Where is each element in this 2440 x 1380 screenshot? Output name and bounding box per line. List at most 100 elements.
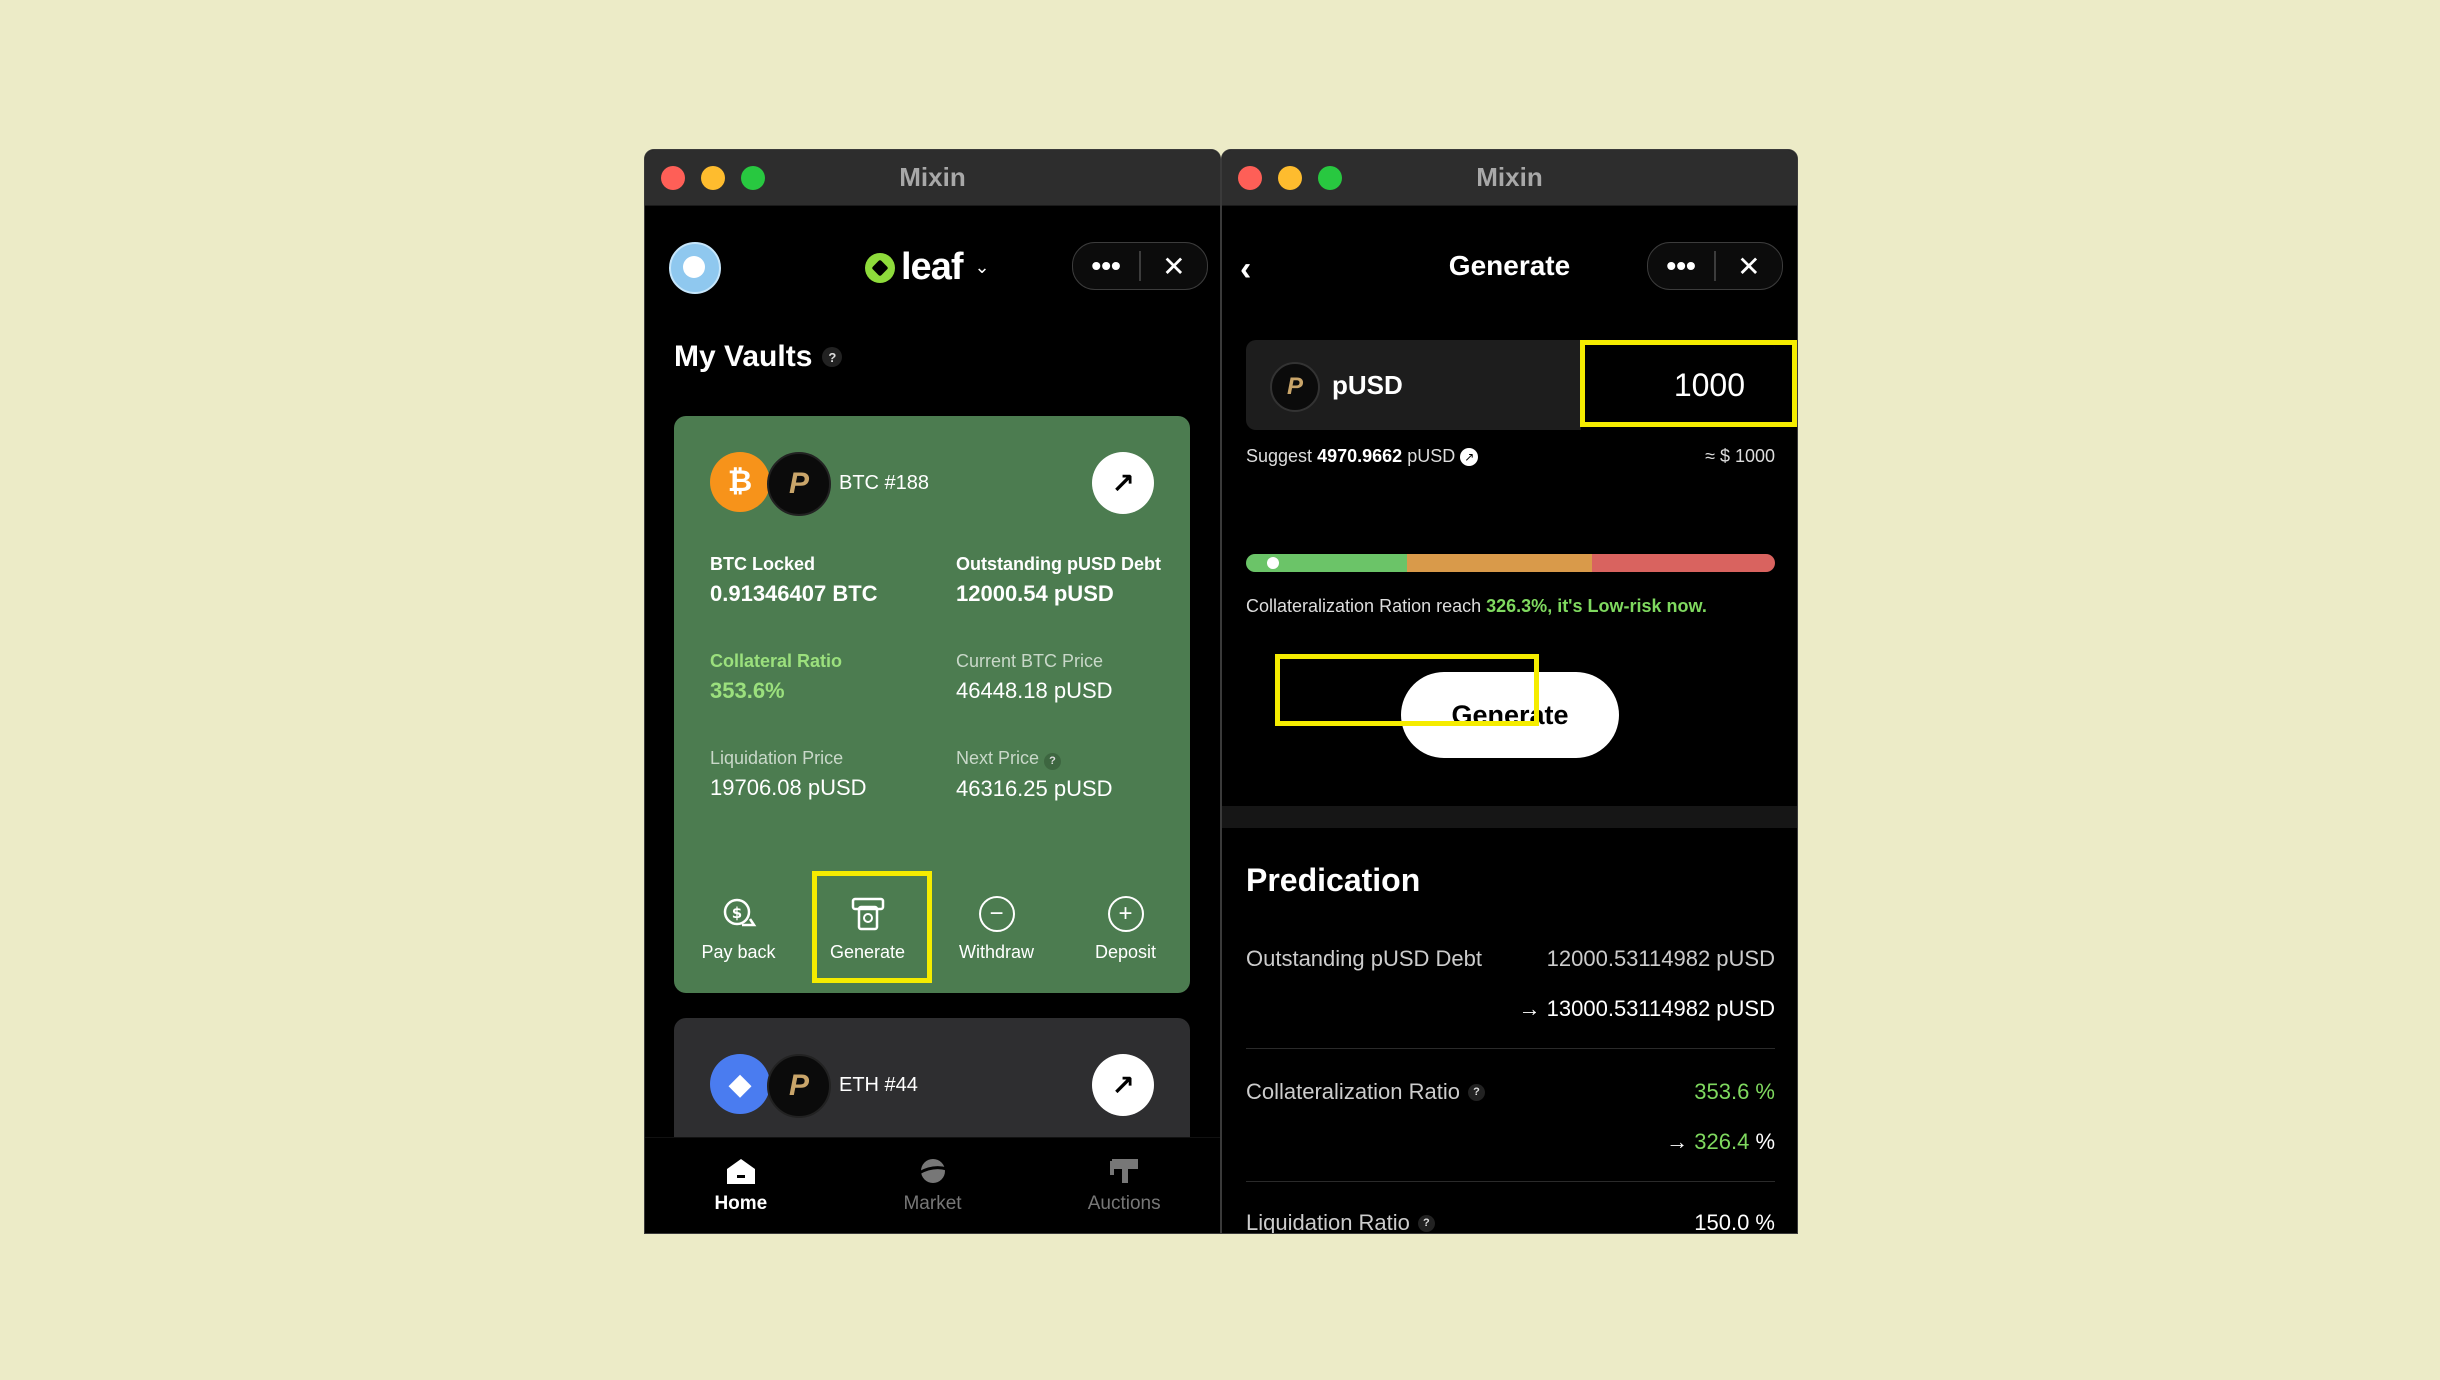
help-icon[interactable]: ?	[1417, 1214, 1435, 1232]
predication-title: Predication	[1246, 862, 1421, 898]
deposit-label: Deposit	[1094, 942, 1157, 962]
minimize-window-icon[interactable]	[701, 166, 725, 190]
tab-home[interactable]: Home	[645, 1138, 837, 1233]
open-vault-button[interactable]: ↗	[1092, 452, 1154, 514]
right-window: Mixin ‹ Generate ••• ✕ P pUSD 1000 Sugge…	[1221, 149, 1798, 1234]
vault-card-eth[interactable]: ◆ P ETH #44 ↗	[674, 1018, 1190, 1138]
row-divider	[1246, 1181, 1775, 1182]
help-icon[interactable]: ?	[822, 347, 843, 367]
auction-gavel-icon	[1110, 1158, 1139, 1183]
home-icon	[726, 1158, 755, 1184]
stat-value: 353.6%	[710, 678, 785, 703]
svg-text:$: $	[731, 904, 741, 922]
tab-label: Market	[903, 1192, 962, 1214]
stat-value: 0.91346407 BTC	[710, 581, 878, 606]
more-button[interactable]: •••	[1073, 243, 1139, 289]
withdraw-label: Withdraw	[958, 942, 1034, 962]
stat-label: Outstanding pUSD Debt	[956, 554, 1161, 574]
section-divider	[1222, 806, 1797, 828]
liquidation-price-stat: Liquidation Price 19706.08 pUSD	[710, 748, 867, 801]
debt-current: 12000.53114982 pUSD	[1546, 946, 1775, 971]
collateral-ratio-stat: Collateral Ratio 353.6%	[710, 651, 842, 704]
arrow-right-icon: →	[1666, 1129, 1689, 1154]
window-titlebar[interactable]: Mixin	[1222, 150, 1797, 206]
risk-level-bar	[1246, 554, 1775, 572]
section-title: My Vaults ?	[674, 340, 843, 374]
liq-value: 150.0 %	[1694, 1210, 1775, 1234]
amount-input-highlight	[1580, 340, 1797, 427]
usd-equivalent: ≈ $ 1000	[1705, 446, 1775, 466]
vault-card-btc: ₿ P BTC #188 ↗ BTC Locked 0.91346407 BTC…	[674, 416, 1190, 993]
eth-coin-icon: ◆	[710, 1054, 770, 1114]
window-titlebar[interactable]: Mixin	[645, 150, 1220, 206]
stat-label: Next Price ?	[956, 748, 1113, 770]
open-vault-button[interactable]: ↗	[1092, 1054, 1154, 1116]
asset-name[interactable]: pUSD	[1332, 370, 1403, 401]
traffic-lights	[1238, 166, 1342, 190]
more-button[interactable]: •••	[1648, 243, 1714, 289]
left-window: Mixin leaf ⌄ ••• ✕ My Vaults ? ₿ P BTC #…	[644, 149, 1221, 1234]
avatar[interactable]	[669, 242, 721, 294]
bottom-nav: Home Market Auctions	[645, 1137, 1220, 1233]
close-button[interactable]: ✕	[1716, 243, 1782, 289]
payback-icon: $	[719, 894, 759, 934]
help-icon[interactable]: ?	[1468, 1083, 1485, 1101]
ratio-predicted-unit: %	[1755, 1129, 1775, 1154]
suggest-prefix: Suggest	[1246, 446, 1313, 466]
generate-button-highlight	[1275, 654, 1539, 726]
ratio-label: Collateralization Ratio	[1246, 1079, 1460, 1104]
minimize-window-icon[interactable]	[1278, 166, 1302, 190]
pusd-coin-icon: P	[767, 1054, 831, 1118]
row-label: Liquidation Ratio ?	[1246, 1210, 1435, 1233]
debt-predicted: → 13000.53114982 pUSD	[1518, 996, 1775, 1021]
stat-value: 46316.25 pUSD	[956, 775, 1113, 801]
suggest-amount[interactable]: Suggest 4970.9662 pUSD ↗	[1246, 446, 1479, 467]
withdraw-button[interactable]: − Withdraw	[932, 876, 1061, 963]
stat-label: Collateral Ratio	[710, 651, 843, 671]
deposit-button[interactable]: + Deposit	[1061, 876, 1190, 963]
risk-message: Collateralization Ration reach 326.3%, i…	[1246, 596, 1707, 617]
row-divider	[1246, 1048, 1775, 1049]
close-button[interactable]: ✕	[1141, 243, 1207, 289]
zoom-window-icon[interactable]	[1318, 166, 1342, 190]
debt-stat: Outstanding pUSD Debt 12000.54 pUSD	[956, 554, 1161, 607]
close-window-icon[interactable]	[661, 166, 685, 190]
tab-label: Auctions	[1087, 1192, 1161, 1214]
payback-button[interactable]: $ Pay back	[674, 876, 803, 963]
btc-locked-stat: BTC Locked 0.91346407 BTC	[710, 554, 878, 607]
tab-label: Home	[714, 1192, 768, 1214]
pusd-coin-icon: P	[1270, 362, 1320, 412]
stat-label: Liquidation Price	[710, 748, 844, 768]
zoom-window-icon[interactable]	[741, 166, 765, 190]
chevron-down-icon: ⌄	[974, 257, 990, 277]
tab-auctions[interactable]: Auctions	[1028, 1138, 1220, 1233]
traffic-lights	[661, 166, 765, 190]
risk-highlight: 326.3%, it's Low-risk now.	[1486, 596, 1707, 616]
tab-market[interactable]: Market	[837, 1138, 1029, 1233]
row-label: Collateralization Ratio ?	[1246, 1079, 1485, 1105]
close-window-icon[interactable]	[1238, 166, 1262, 190]
btc-coin-icon: ₿	[710, 452, 770, 512]
stat-label: BTC Locked	[710, 554, 816, 574]
leaf-logo-icon	[865, 252, 895, 283]
plus-circle-icon: +	[1106, 894, 1146, 934]
header-capsule: ••• ✕	[1647, 242, 1783, 290]
vault-actions: $ Pay back Generate − Withdraw + Deposit	[674, 876, 1190, 963]
header-capsule: ••• ✕	[1072, 242, 1208, 290]
apply-suggest-icon[interactable]: ↗	[1460, 448, 1479, 467]
next-price-stat: Next Price ? 46316.25 pUSD	[956, 748, 1113, 802]
minus-circle-icon: −	[977, 894, 1017, 934]
risk-prefix: Collateralization Ration reach	[1246, 596, 1482, 616]
my-vaults-heading: My Vaults	[674, 340, 813, 373]
generate-action-highlight	[812, 871, 932, 983]
ratio-current: 353.6 %	[1694, 1079, 1775, 1104]
ratio-predicted: → 326.4 %	[1666, 1129, 1775, 1155]
ratio-predicted-value: 326.4	[1694, 1129, 1750, 1154]
risk-medium-segment	[1407, 554, 1592, 572]
suggest-value: 4970.9662	[1317, 446, 1403, 466]
help-icon[interactable]: ?	[1044, 752, 1062, 770]
row-label: Outstanding pUSD Debt	[1246, 946, 1483, 971]
window-title: Mixin	[1476, 162, 1543, 192]
risk-high-segment	[1592, 554, 1775, 572]
brand-switcher[interactable]: leaf ⌄	[865, 246, 990, 289]
